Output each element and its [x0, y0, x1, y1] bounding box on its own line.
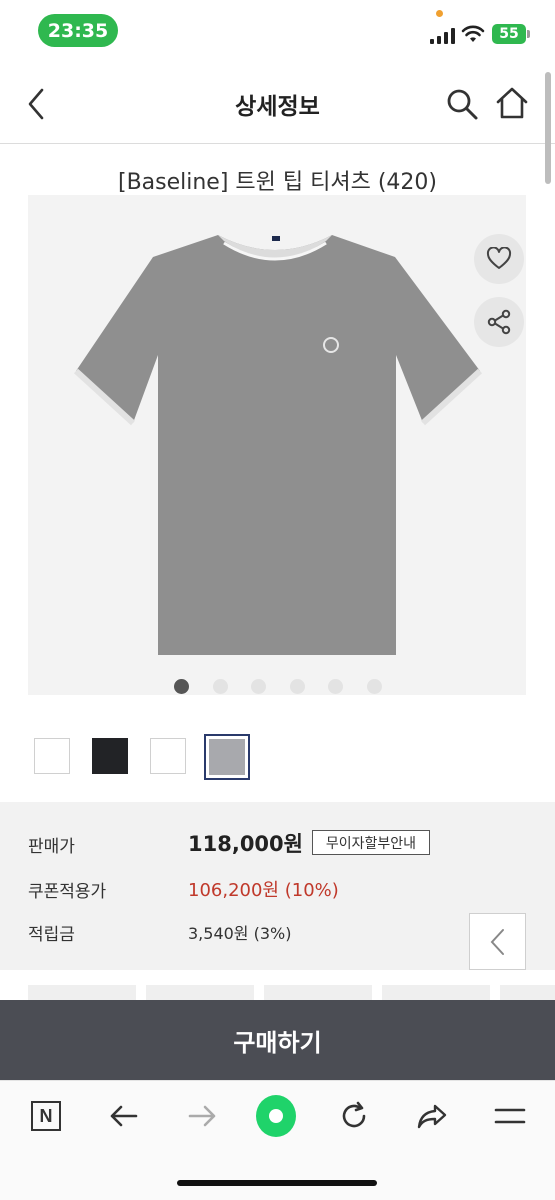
share-button[interactable] [474, 297, 524, 347]
coupon-label: 쿠폰적용가 [28, 882, 107, 902]
points-value: 3,540원 (3%) [188, 924, 292, 943]
share-nodes-icon [487, 309, 511, 335]
color-swatch-grey[interactable] [204, 734, 250, 780]
color-swatch-white[interactable] [150, 738, 186, 774]
wishlist-button[interactable] [474, 234, 524, 284]
pager-dot[interactable] [289, 679, 305, 694]
menu-icon[interactable] [490, 1096, 530, 1136]
swatch-fill [209, 739, 245, 775]
pager-dot[interactable] [366, 679, 382, 694]
search-icon[interactable] [444, 86, 480, 122]
share-icon[interactable] [412, 1096, 452, 1136]
pager-dot[interactable] [251, 679, 266, 694]
color-swatch-black[interactable] [92, 738, 128, 774]
cellular-signal-icon [430, 28, 456, 44]
pager-dot[interactable] [212, 679, 228, 694]
status-bar: 23:35 55 [0, 0, 555, 62]
image-pager [0, 676, 555, 696]
status-time: 23:35 [38, 14, 118, 47]
home-indicator[interactable] [177, 1180, 377, 1186]
battery-nub [527, 30, 530, 38]
chevron-left-icon [490, 928, 504, 955]
battery-icon: 55 [492, 24, 526, 44]
tshirt-image [73, 235, 483, 655]
color-swatch-white[interactable] [34, 738, 70, 774]
wifi-icon [461, 25, 485, 42]
product-image[interactable] [28, 195, 526, 695]
page-header: 상세정보 [0, 62, 555, 144]
naver-n-icon[interactable]: N [26, 1096, 66, 1136]
installment-info-button[interactable]: 무이자할부안내 [312, 830, 430, 855]
forward-arrow-icon[interactable] [182, 1096, 222, 1136]
points-label: 적립금 [28, 925, 75, 945]
home-icon[interactable] [494, 84, 530, 122]
back-arrow-icon[interactable] [104, 1096, 144, 1136]
collapse-panel-button[interactable] [469, 913, 526, 970]
coupon-price: 106,200원 (10%) [188, 880, 339, 901]
pager-dot[interactable] [174, 679, 189, 694]
pager-dot[interactable] [328, 679, 343, 694]
naver-n-label: N [31, 1101, 61, 1131]
green-home-icon[interactable] [256, 1095, 296, 1137]
heart-icon [486, 247, 512, 269]
price-label: 판매가 [28, 837, 75, 857]
refresh-icon[interactable] [334, 1096, 374, 1136]
price-value: 118,000원 [188, 832, 303, 856]
buy-button[interactable]: 구매하기 [0, 1000, 555, 1080]
privacy-indicator-dot [436, 10, 443, 17]
product-name: [Baseline] 트윈 팁 티셔츠 (420) [117, 170, 437, 195]
